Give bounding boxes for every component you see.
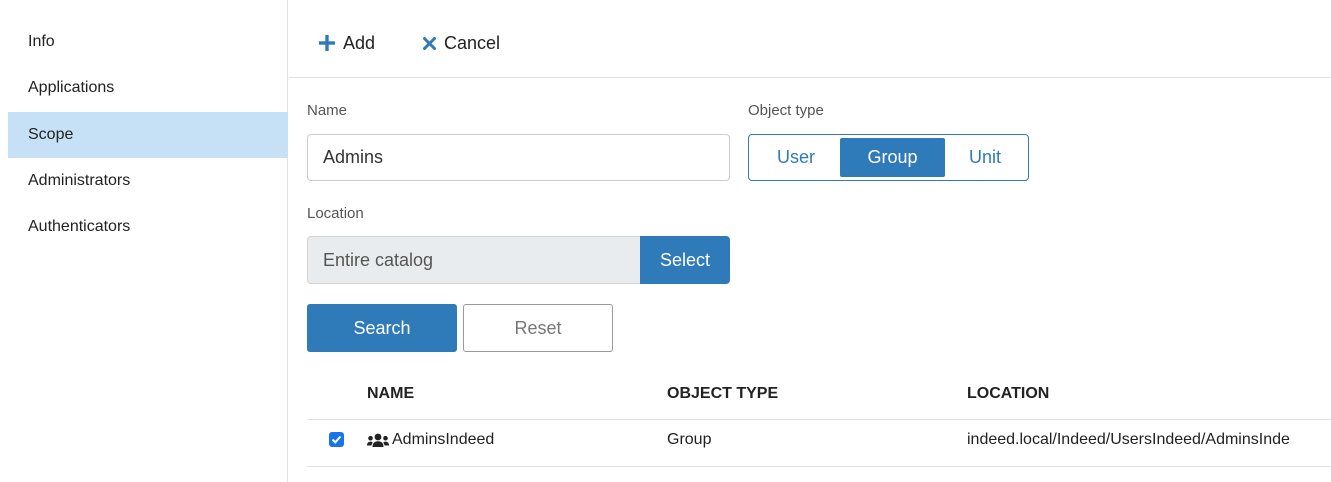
header-divider — [307, 419, 1331, 420]
sidebar-item-info[interactable]: Info — [8, 19, 288, 65]
close-icon — [423, 36, 436, 50]
object-type-unit[interactable]: Unit — [945, 138, 1025, 177]
sidebar-item-administrators[interactable]: Administrators — [8, 158, 288, 204]
add-label: Add — [343, 32, 376, 53]
sidebar-item-authenticators[interactable]: Authenticators — [8, 204, 288, 250]
row-object-type: Group — [667, 431, 712, 448]
column-header-object-type[interactable]: OBJECT TYPE — [667, 385, 778, 403]
name-label: Name — [307, 102, 348, 119]
cancel-button[interactable]: Cancel — [423, 30, 500, 56]
group-icon — [367, 433, 389, 447]
sidebar: Info Applications Scope Administrators A… — [0, 0, 288, 482]
sidebar-item-scope[interactable]: Scope — [8, 112, 288, 158]
row-name: AdminsIndeed — [392, 431, 495, 448]
select-location-button[interactable]: Select — [640, 236, 730, 284]
column-header-location[interactable]: LOCATION — [967, 385, 1049, 403]
row-divider — [307, 466, 1331, 467]
plus-icon — [319, 35, 335, 51]
check-icon — [331, 435, 342, 444]
location-field: Entire catalog — [307, 236, 641, 284]
cancel-label: Cancel — [444, 32, 501, 53]
column-header-name[interactable]: NAME — [367, 385, 414, 403]
row-location: indeed.local/Indeed/UsersIndeed/AdminsIn… — [967, 431, 1290, 448]
object-type-toggle: User Group Unit — [748, 134, 1029, 181]
toolbar: Add Cancel — [289, 0, 1331, 78]
object-type-group[interactable]: Group — [840, 138, 945, 177]
row-checkbox[interactable] — [329, 432, 344, 447]
location-label: Location — [307, 205, 364, 222]
search-button[interactable]: Search — [307, 304, 457, 352]
object-type-label: Object type — [748, 102, 824, 119]
add-button[interactable]: Add — [319, 30, 375, 56]
sidebar-item-applications[interactable]: Applications — [8, 65, 288, 111]
name-input[interactable]: Admins — [307, 134, 730, 181]
reset-button[interactable]: Reset — [463, 304, 613, 352]
object-type-user[interactable]: User — [752, 138, 840, 177]
